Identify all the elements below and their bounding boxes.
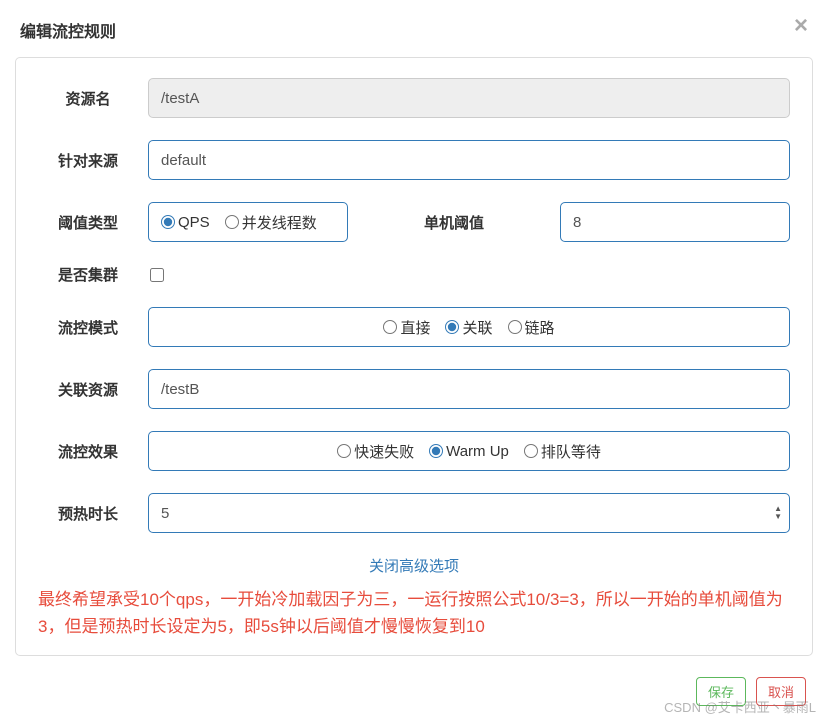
form-panel: 资源名 针对来源 阈值类型 QPS 并发线程数 单机阈值 [15,57,813,656]
mode-label: 流控模式 [38,317,148,338]
radio-qps-input[interactable] [161,215,175,229]
radio-qps[interactable]: QPS [161,214,210,231]
ref-resource-input[interactable] [148,369,790,409]
effect-group: 快速失败 Warm Up 排队等待 [148,431,790,471]
close-icon[interactable]: × [794,14,808,38]
resource-name-label: 资源名 [38,88,148,109]
toggle-advanced-link[interactable]: 关闭高级选项 [369,558,459,575]
radio-direct[interactable]: 直接 [383,317,430,338]
radio-relate[interactable]: 关联 [445,317,492,338]
threshold-type-group: QPS 并发线程数 [148,202,348,242]
cluster-label: 是否集群 [38,264,148,285]
modal-title: 编辑流控规则 [20,18,116,42]
chevron-down-icon[interactable]: ▼ [774,513,782,521]
radio-chain[interactable]: 链路 [508,317,555,338]
radio-queue[interactable]: 排队等待 [524,441,601,462]
limit-app-label: 针对来源 [38,150,148,171]
warmup-input[interactable]: 5 ▲ ▼ [148,493,790,533]
cancel-button[interactable]: 取消 [756,677,806,706]
radio-fast-input[interactable] [337,444,351,458]
radio-fast[interactable]: 快速失败 [337,441,414,462]
radio-queue-input[interactable] [524,444,538,458]
radio-queue-label: 排队等待 [541,441,601,462]
radio-relate-input[interactable] [445,320,459,334]
radio-direct-label: 直接 [400,317,430,338]
radio-thread-input[interactable] [225,215,239,229]
ref-resource-label: 关联资源 [38,379,148,400]
radio-fast-label: 快速失败 [354,441,414,462]
radio-relate-label: 关联 [462,317,492,338]
radio-thread-label: 并发线程数 [242,212,317,233]
radio-chain-label: 链路 [525,317,555,338]
radio-warmup[interactable]: Warm Up [429,443,509,460]
radio-qps-label: QPS [178,214,210,231]
effect-label: 流控效果 [38,441,148,462]
warmup-label: 预热时长 [38,503,148,524]
limit-app-input[interactable] [148,140,790,180]
threshold-value-input[interactable] [560,202,790,242]
radio-thread[interactable]: 并发线程数 [225,212,317,233]
threshold-value-label: 单机阈值 [363,212,545,233]
cluster-checkbox[interactable] [150,268,164,282]
radio-warmup-label: Warm Up [446,443,509,460]
resource-name-input [148,78,790,118]
warmup-value: 5 [161,505,772,522]
radio-direct-input[interactable] [383,320,397,334]
annotation-note: 最终希望承受10个qps，一开始冷加载因子为三，一运行按照公式10/3=3，所以… [38,586,790,640]
radio-chain-input[interactable] [508,320,522,334]
save-button[interactable]: 保存 [696,677,746,706]
spinner-arrows[interactable]: ▲ ▼ [772,503,784,523]
radio-warmup-input[interactable] [429,444,443,458]
mode-group: 直接 关联 链路 [148,307,790,347]
threshold-type-label: 阈值类型 [38,212,148,233]
